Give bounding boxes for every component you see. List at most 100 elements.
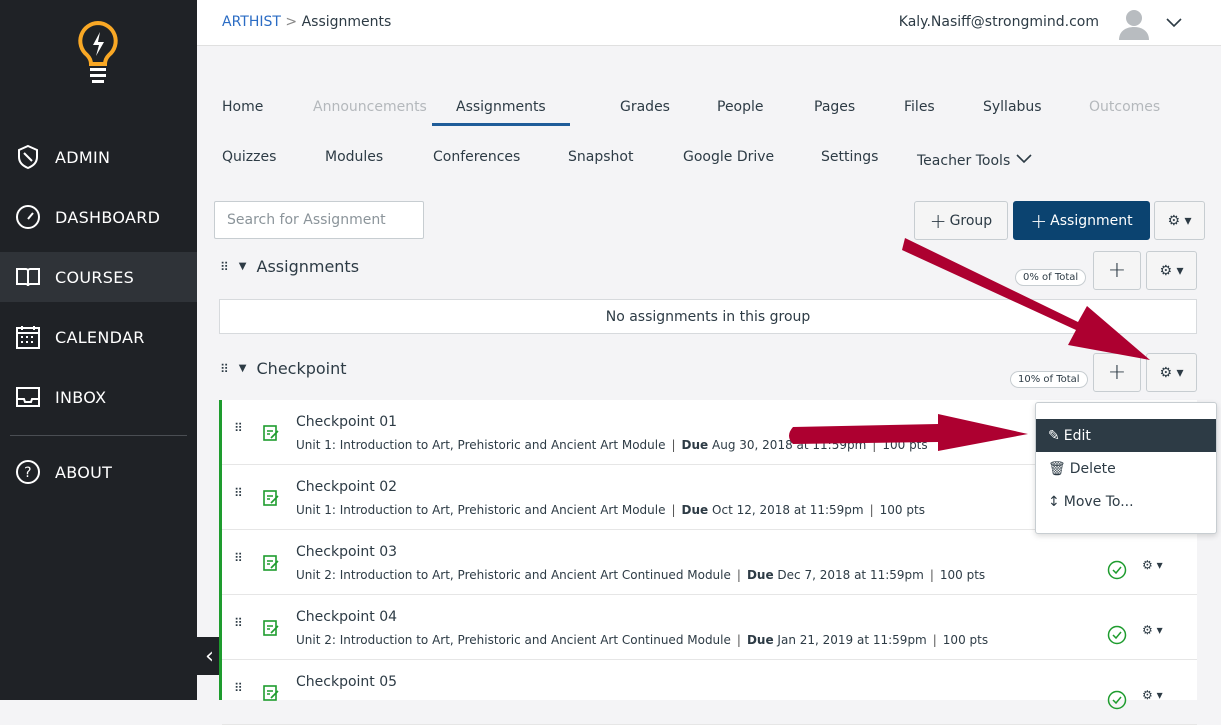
tab-modules[interactable]: Modules: [325, 149, 383, 165]
assignment-details: Unit 2: Introduction to Art, Prehistoric…: [296, 568, 986, 582]
group-settings-button[interactable]: ⚙ ▾: [1146, 353, 1197, 392]
due-date: Aug 30, 2018 at 11:59pm: [712, 438, 867, 452]
assignment-module: Unit 1: Introduction to Art, Prehistoric…: [296, 438, 666, 452]
assignment-title-link[interactable]: Checkpoint 04: [296, 609, 397, 625]
due-date: Dec 7, 2018 at 11:59pm: [777, 568, 924, 582]
gear-icon: ⚙ ▾: [1167, 212, 1192, 229]
drag-handle-icon[interactable]: ⠿: [234, 422, 243, 434]
breadcrumb-separator: >: [285, 14, 298, 30]
sidebar-item-dashboard[interactable]: DASHBOARD: [0, 192, 197, 242]
assignment-module: Unit 2: Introduction to Art, Prehistoric…: [296, 568, 731, 582]
points: 100 pts: [882, 438, 928, 452]
plus-icon: +: [1107, 258, 1127, 283]
add-assignment-button[interactable]: + Assignment: [1013, 201, 1150, 240]
drag-handle-icon[interactable]: ⠿: [234, 682, 243, 694]
sidebar: ADMIN DASHBOARD COURSES CALENDAR INBOX ?…: [0, 0, 197, 700]
add-group-label: Group: [949, 212, 993, 229]
move-arrows-icon: ↕: [1048, 493, 1060, 510]
published-check-icon[interactable]: [1107, 560, 1127, 580]
assignment-details: Unit 1: Introduction to Art, Prehistoric…: [296, 503, 925, 517]
tab-settings[interactable]: Settings: [821, 149, 878, 165]
due-date: Oct 12, 2018 at 11:59pm: [712, 503, 864, 517]
tab-syllabus[interactable]: Syllabus: [983, 99, 1042, 115]
pencil-icon: ✎: [1048, 427, 1060, 444]
sidebar-item-about[interactable]: ? ABOUT: [0, 447, 197, 497]
shield-icon: [18, 144, 38, 170]
tab-google-drive[interactable]: Google Drive: [683, 149, 774, 165]
assignment-title-link[interactable]: Checkpoint 03: [296, 544, 397, 560]
add-to-group-button[interactable]: +: [1093, 251, 1141, 290]
tab-teacher-tools[interactable]: Teacher Tools: [917, 153, 1033, 169]
assignment-settings-gear-icon[interactable]: ⚙ ▾: [1142, 623, 1163, 637]
lightbulb-logo-icon: [78, 20, 118, 83]
assignment-icon: [263, 490, 279, 506]
assignment-row[interactable]: ⠿ Checkpoint 04 Unit 2: Introduction to A…: [222, 595, 1197, 660]
published-check-icon[interactable]: [1107, 625, 1127, 645]
page-settings-button[interactable]: ⚙ ▾: [1154, 201, 1205, 240]
assignment-icon: [263, 425, 279, 441]
group-header-assignments[interactable]: ⠿ ▼ Assignments: [220, 257, 359, 276]
plus-icon: +: [929, 208, 947, 233]
breadcrumb-course-link[interactable]: ARTHIST: [222, 14, 281, 30]
user-menu-chevron-down-icon[interactable]: [1165, 14, 1183, 32]
calendar-icon: [16, 326, 40, 349]
menu-item-label: Delete: [1069, 460, 1116, 477]
due-label: Due: [681, 503, 709, 517]
avatar[interactable]: [1117, 6, 1151, 40]
tab-conferences[interactable]: Conferences: [433, 149, 520, 165]
gear-icon: ⚙ ▾: [1159, 262, 1184, 279]
assignment-title-link[interactable]: Checkpoint 01: [296, 414, 397, 430]
group-header-checkpoint[interactable]: ⠿ ▼ Checkpoint: [220, 359, 347, 378]
assignment-settings-gear-icon[interactable]: ⚙ ▾: [1142, 558, 1163, 572]
search-input[interactable]: Search for Assignment: [214, 201, 424, 239]
add-assignment-label: Assignment: [1050, 212, 1133, 229]
tab-grades[interactable]: Grades: [620, 99, 670, 115]
drag-handle-icon[interactable]: ⠿: [220, 260, 229, 274]
svg-text:?: ?: [24, 465, 32, 481]
drag-handle-icon[interactable]: ⠿: [234, 487, 243, 499]
assignment-row[interactable]: ⠿ Checkpoint 05 ⚙ ▾: [222, 660, 1197, 725]
group-settings-button[interactable]: ⚙ ▾: [1146, 251, 1197, 290]
book-icon: [16, 268, 40, 287]
tab-pages[interactable]: Pages: [814, 99, 855, 115]
add-group-button[interactable]: + Group: [914, 201, 1008, 240]
menu-item-delete[interactable]: 🗑 Delete: [1036, 452, 1216, 485]
sidebar-item-inbox[interactable]: INBOX: [0, 372, 197, 422]
tab-home[interactable]: Home: [222, 99, 263, 115]
assignment-row[interactable]: ⠿ Checkpoint 03 Unit 2: Introduction to A…: [222, 530, 1197, 595]
tab-announcements: Announcements: [313, 99, 427, 115]
help-icon: ?: [16, 460, 40, 484]
tab-files[interactable]: Files: [904, 99, 935, 115]
assignment-module: Unit 1: Introduction to Art, Prehistoric…: [296, 503, 666, 517]
add-to-group-button[interactable]: +: [1093, 353, 1141, 392]
points: 100 pts: [939, 568, 986, 582]
sidebar-item-label: ADMIN: [55, 147, 111, 167]
group-weight-badge: 0% of Total: [1015, 269, 1087, 286]
tab-assignments[interactable]: Assignments: [432, 99, 570, 126]
sidebar-item-calendar[interactable]: CALENDAR: [0, 312, 197, 362]
due-label: Due: [746, 633, 774, 647]
drag-handle-icon[interactable]: ⠿: [234, 552, 243, 564]
published-check-icon[interactable]: [1107, 690, 1127, 710]
sidebar-item-admin[interactable]: ADMIN: [0, 132, 197, 182]
teacher-tools-label: Teacher Tools: [917, 153, 1011, 169]
sidebar-item-courses[interactable]: COURSES: [0, 252, 197, 302]
tab-snapshot[interactable]: Snapshot: [568, 149, 633, 165]
empty-group-message: No assignments in this group: [219, 299, 1197, 334]
plus-icon: +: [1030, 208, 1048, 233]
due-label: Due: [681, 438, 709, 452]
drag-handle-icon[interactable]: ⠿: [234, 617, 243, 629]
assignment-details: Unit 1: Introduction to Art, Prehistoric…: [296, 438, 928, 452]
drag-handle-icon[interactable]: ⠿: [220, 362, 229, 376]
assignment-title-link[interactable]: Checkpoint 02: [296, 479, 397, 495]
menu-item-move-to[interactable]: ↕ Move To...: [1036, 485, 1216, 518]
menu-item-edit[interactable]: ✎ Edit: [1036, 419, 1216, 452]
assignment-icon: [263, 620, 279, 636]
sidebar-item-label: DASHBOARD: [55, 207, 161, 227]
chevron-down-icon: [1016, 154, 1032, 164]
assignment-icon: [263, 555, 279, 571]
tab-quizzes[interactable]: Quizzes: [222, 149, 276, 165]
tab-people[interactable]: People: [717, 99, 764, 115]
assignment-title-link[interactable]: Checkpoint 05: [296, 674, 397, 690]
chevron-left-icon: ‹: [205, 643, 214, 669]
